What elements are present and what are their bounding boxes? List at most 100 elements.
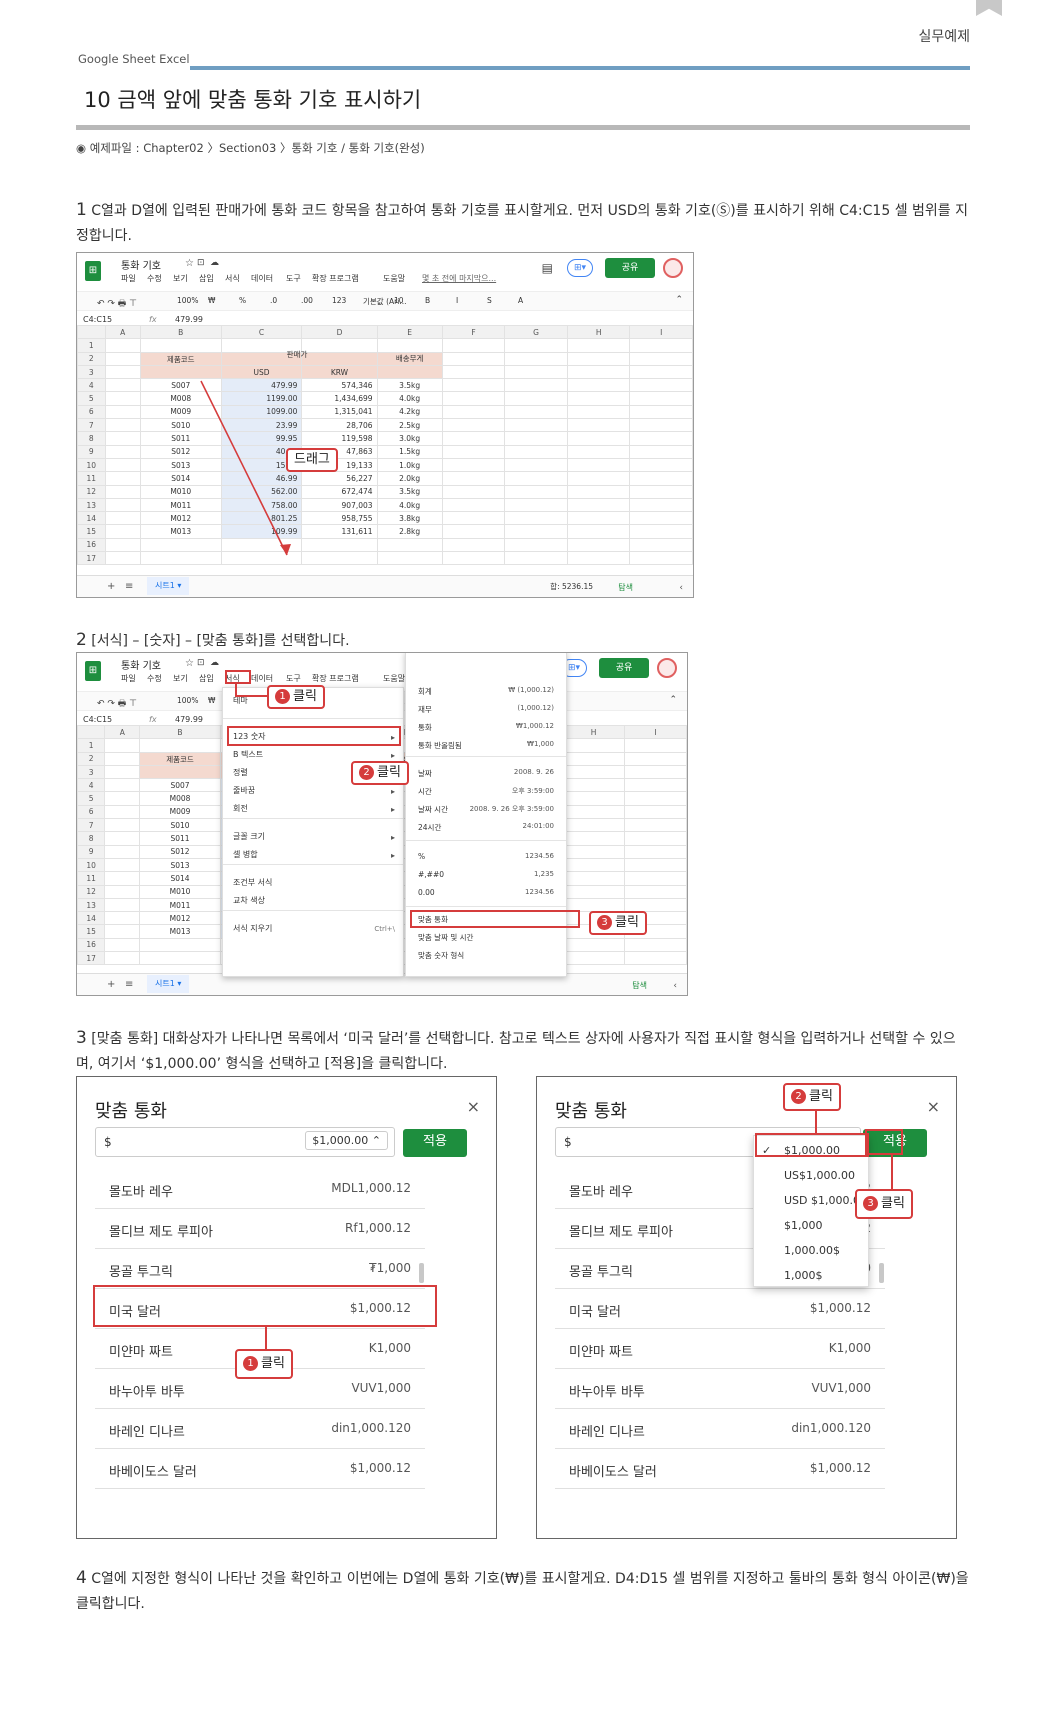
product-code[interactable]: M010 xyxy=(139,884,221,899)
cell[interactable] xyxy=(504,351,568,366)
cell[interactable] xyxy=(566,537,631,553)
row-header[interactable]: 8 xyxy=(77,831,106,846)
menu-8[interactable]: 도움말 xyxy=(383,273,405,284)
cell[interactable] xyxy=(504,537,568,553)
format-option-3[interactable]: $1,000 xyxy=(784,1219,823,1232)
menu-3[interactable]: 삽입 xyxy=(199,673,214,684)
custom-format-item-1[interactable]: 맞춤 날짜 및 시간 xyxy=(418,932,473,943)
number-format-label[interactable]: 통화 xyxy=(418,722,432,733)
row-header[interactable]: 5 xyxy=(77,791,106,806)
cell[interactable] xyxy=(104,391,141,406)
usd-price[interactable]: 109.99 xyxy=(220,524,303,539)
col-header[interactable]: H xyxy=(566,324,631,340)
share-button[interactable]: 공유 xyxy=(605,258,655,278)
format-option-1[interactable]: US$1,000.00 xyxy=(784,1169,855,1182)
row-header[interactable]: 7 xyxy=(77,418,106,433)
format-select[interactable]: $1,000.00 ⌃ xyxy=(305,1131,388,1150)
menu-0[interactable]: 파일 xyxy=(121,673,136,684)
toolbar-item-4[interactable]: .00 xyxy=(301,296,313,305)
cell[interactable] xyxy=(629,511,693,526)
header-weight[interactable]: 배송무게 xyxy=(376,351,443,366)
number-format-label[interactable]: #,##0 xyxy=(418,870,444,879)
cell[interactable] xyxy=(504,444,568,459)
product-code[interactable]: M013 xyxy=(139,924,221,939)
cell[interactable] xyxy=(562,804,626,820)
weight[interactable]: 3.5kg xyxy=(376,378,443,393)
usd-price[interactable]: 479.99 xyxy=(220,378,303,393)
cell[interactable] xyxy=(624,818,687,833)
explore-button[interactable]: 탐색 xyxy=(618,582,633,593)
menu-5[interactable]: 데이터 xyxy=(251,673,273,684)
cell[interactable] xyxy=(441,537,506,553)
menu-0[interactable]: 파일 xyxy=(121,273,136,284)
product-code[interactable]: M012 xyxy=(139,911,221,926)
cell[interactable] xyxy=(629,551,693,566)
row-header[interactable]: 5 xyxy=(77,391,106,406)
usd-price[interactable]: 758.00 xyxy=(220,497,303,513)
formula-input[interactable]: 479.99 xyxy=(175,315,203,324)
cell[interactable] xyxy=(441,457,506,473)
custom-format-item-2[interactable]: 맞춤 숫자 형식 xyxy=(418,950,464,961)
cell[interactable] xyxy=(504,418,568,433)
close-icon[interactable]: × xyxy=(467,1097,480,1116)
format-menu-item-7[interactable]: 셀 병합 xyxy=(223,846,403,864)
cell[interactable] xyxy=(441,431,506,446)
cell[interactable] xyxy=(104,484,141,499)
col-header[interactable]: A xyxy=(104,724,141,740)
cell[interactable] xyxy=(629,457,693,473)
apply-button[interactable]: 적용 xyxy=(403,1129,467,1157)
weight[interactable]: 1.0kg xyxy=(376,457,443,473)
cell[interactable] xyxy=(441,404,506,420)
weight[interactable]: 3.8kg xyxy=(376,511,443,526)
krw-price[interactable]: 1,434,699 xyxy=(301,391,378,406)
cell[interactable] xyxy=(629,537,693,553)
cell[interactable] xyxy=(624,871,687,886)
cell[interactable] xyxy=(104,804,141,820)
cell[interactable] xyxy=(504,551,568,566)
menu-4[interactable]: 서식 xyxy=(225,273,240,284)
col-header[interactable]: G xyxy=(504,324,568,340)
cell[interactable] xyxy=(629,364,693,380)
header-code[interactable]: 제품코드 xyxy=(139,751,221,766)
undo-icon[interactable]: ↶ ↷ 🖶 ⊤ xyxy=(97,296,137,312)
row-header[interactable]: 16 xyxy=(77,937,106,953)
product-code[interactable]: S013 xyxy=(139,457,222,473)
format-menu-item-9[interactable]: 교차 색상 xyxy=(223,892,403,910)
col-header[interactable]: A xyxy=(104,324,141,340)
cell[interactable] xyxy=(562,844,626,859)
row-header[interactable]: 3 xyxy=(77,764,106,780)
cell[interactable] xyxy=(504,364,568,380)
cell[interactable] xyxy=(624,897,687,913)
avatar[interactable] xyxy=(663,258,683,278)
weight[interactable]: 4.2kg xyxy=(376,404,443,420)
number-format-label[interactable]: 재무 xyxy=(418,704,432,715)
menu-6[interactable]: 도구 xyxy=(286,273,301,284)
menu-8[interactable]: 도움말 xyxy=(383,673,405,684)
cell[interactable] xyxy=(629,484,693,499)
cell[interactable] xyxy=(624,937,687,953)
product-code[interactable]: S012 xyxy=(139,844,221,859)
col-header[interactable]: F xyxy=(441,324,506,340)
name-box[interactable]: C4:C15 xyxy=(83,715,112,724)
cell[interactable] xyxy=(301,551,378,566)
cell[interactable] xyxy=(562,778,626,793)
cell[interactable] xyxy=(104,831,141,846)
all-sheets-icon[interactable]: ≡ xyxy=(125,581,133,592)
cell[interactable] xyxy=(139,764,221,780)
cell[interactable] xyxy=(562,831,626,846)
toolbar-item-5[interactable]: 123 xyxy=(332,296,346,305)
weight[interactable]: 3.5kg xyxy=(376,484,443,499)
cell[interactable] xyxy=(139,937,221,953)
cell[interactable] xyxy=(104,884,141,899)
cell[interactable] xyxy=(504,484,568,499)
cell[interactable] xyxy=(104,924,141,939)
cell[interactable] xyxy=(629,431,693,446)
format-option-4[interactable]: 1,000.00$ xyxy=(784,1244,840,1257)
row-header[interactable]: 10 xyxy=(77,457,106,473)
product-code[interactable]: S010 xyxy=(139,418,222,433)
product-code[interactable]: S011 xyxy=(139,431,222,446)
product-code[interactable]: M013 xyxy=(139,524,222,539)
cell[interactable] xyxy=(441,511,506,526)
usd-price[interactable]: 46.99 xyxy=(220,471,303,486)
cell[interactable] xyxy=(104,497,141,513)
